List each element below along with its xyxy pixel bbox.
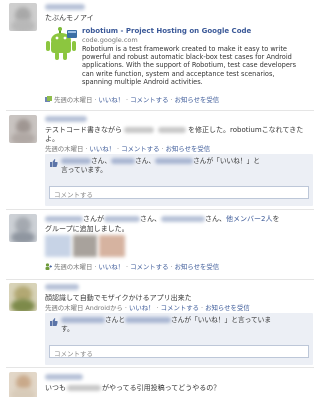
like-summary-text: さん、 さん、 さんが「いいね！」と 言っています。 [61,157,307,175]
post-text-line2: よ。 [45,135,59,143]
external-app-icon [45,96,52,103]
like-link[interactable]: いいね！ [89,145,115,153]
description-line: powerful and robust automatic black-box … [82,53,292,62]
subscribe-link[interactable]: お知らせを受信 [175,263,220,271]
like-summary-box: さんと さんが「いいね！」と言っていま す。 コメントする [45,313,313,365]
comment-input[interactable]: コメントする [49,186,309,199]
description-line: spanning multiple Android activities. [82,77,203,86]
feed-story: 顔認識して自動でモザイクかけるアプリ出来た 先週の木曜日 Androidから ·… [0,280,320,368]
like-summary-text: さんと さんが「いいね！」と言っていま す。 [61,316,307,334]
text-part: さん、 [205,215,226,223]
comment-link[interactable]: コメントする [161,304,199,312]
feed-story: さんが さん、 さん、他メンバー2人を グループに追加しました。 先週の木曜日 · … [0,210,320,280]
subscribe-link[interactable]: お知らせを受信 [205,304,250,312]
story-meta: 先週の木曜日 · いいね！ · コメントする · お知らせを受信 [45,144,210,153]
like-text-part: さんが「いいね！」と [193,157,260,165]
avatar[interactable] [9,372,37,397]
story-meta: 先週の木曜日 · いいね！ · コメントする · お知らせを受信 [45,262,219,271]
group-add-icon [45,263,52,270]
post-text: たぶんモノアイ [45,14,94,22]
post-text: いつも がやってる引用投稿ってどうやるの？ [45,383,312,393]
comment-link[interactable]: コメントする [121,145,159,153]
thumbs-up-icon [50,159,58,167]
description-line: Robotium is a test framework created to … [82,45,287,53]
feed-story: たぶんモノアイ robotium - Project Hosting on Go… [0,0,320,112]
avatar[interactable] [9,283,37,311]
timestamp[interactable]: 先週の木曜日 [54,263,92,271]
author-name[interactable] [45,373,83,381]
timestamp[interactable]: 先週の木曜日 [45,304,83,312]
member-photo[interactable] [45,235,71,257]
others-link[interactable]: 他メンバー2人 [226,215,272,223]
timestamp[interactable]: 先週の木曜日 [54,96,92,104]
subscribe-link[interactable]: お知らせを受信 [175,96,220,104]
post-text-part: robotiumこなれてきた [230,126,304,134]
group-add-text: さんが さん、 さん、他メンバー2人を [45,214,312,224]
like-text-part: さん、 [91,157,112,165]
via-app: Androidから [85,304,123,312]
like-text-part: す。 [61,325,74,333]
description-line: can write function, system and acceptanc… [82,69,275,78]
comment-input[interactable]: コメントする [49,345,309,358]
group-add-text-line2: グループに追加しました。 [45,225,129,233]
author-name[interactable] [45,115,87,123]
author-name[interactable] [45,3,85,11]
author-name[interactable] [45,283,79,291]
story-meta: 先週の木曜日 · いいね！ · コメントする · お知らせを受信 [45,95,219,104]
text-part: さん、 [140,215,161,223]
robot-icon[interactable] [45,26,79,62]
text-part: を [272,215,280,223]
description-line: applications. With the support of Roboti… [82,61,297,70]
post-text-part: がやってる引用投稿ってどうやるの？ [102,384,221,392]
attachment-title[interactable]: robotium - Project Hosting on Google Cod… [82,27,251,35]
comment-link[interactable]: コメントする [130,263,168,271]
feed-story: テストコード書きながら を修正した。robotiumこなれてきた よ。 先週の木曜… [0,111,320,209]
avatar[interactable] [9,3,37,31]
like-link[interactable]: いいね！ [98,96,124,104]
feed-story: いつも がやってる引用投稿ってどうやるの？ [0,368,320,397]
like-text-part: さんと [105,316,126,324]
like-text-part: さん、 [135,157,156,165]
like-link[interactable]: いいね！ [129,304,155,312]
like-text-part: さんが「いいね！」と言っていま [171,316,272,324]
post-text-part: テストコード書きながら [45,126,122,134]
post-text-part: いつも [45,384,66,392]
attachment-description: Robotium is a test framework created to … [82,45,314,86]
post-text-part: を修正した。 [188,126,230,134]
like-text-part: 言っています。 [61,166,107,174]
like-summary-box: さん、 さん、 さんが「いいね！」と 言っています。 コメントする [45,154,313,206]
avatar[interactable] [9,214,37,242]
avatar[interactable] [9,115,37,143]
like-link[interactable]: いいね！ [98,263,124,271]
subscribe-link[interactable]: お知らせを受信 [166,145,211,153]
text-part: さんが [83,215,104,223]
member-photo[interactable] [99,235,125,257]
timestamp[interactable]: 先週の木曜日 [45,145,83,153]
attachment-domain: code.google.com [82,36,138,44]
comment-link[interactable]: コメントする [130,96,168,104]
story-meta: 先週の木曜日 Androidから · いいね！ · コメントする · お知らせを… [45,303,250,312]
post-text: 顔認識して自動でモザイクかけるアプリ出来た [45,294,192,302]
member-photo[interactable] [73,235,97,257]
thumbs-up-icon [50,318,58,326]
